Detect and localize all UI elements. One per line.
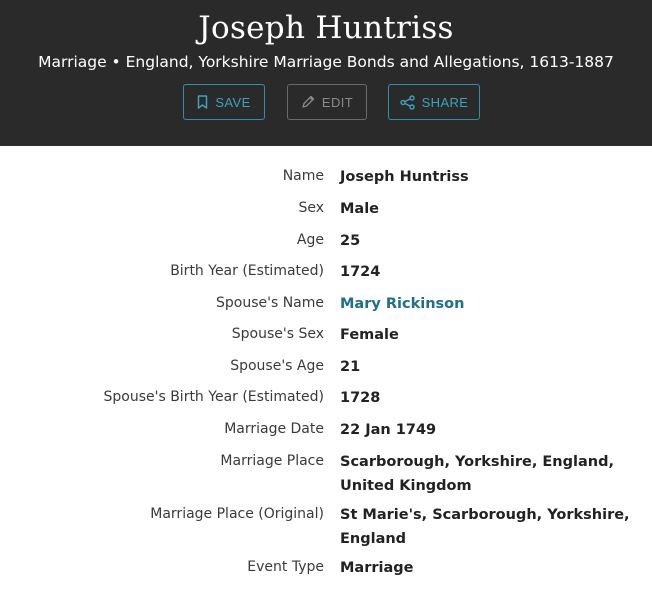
detail-value: Joseph Huntriss	[340, 169, 469, 185]
share-button-label: SHARE	[421, 94, 469, 110]
detail-label: Birth Year (Estimated)	[170, 263, 324, 279]
record-subtitle: Marriage • England, Yorkshire Marriage B…	[38, 53, 614, 71]
detail-label: Sex	[298, 200, 324, 216]
detail-label: Marriage Place	[220, 453, 324, 469]
detail-label: Spouse's Name	[215, 295, 324, 311]
page-title: Joseph Huntriss	[198, 10, 454, 46]
detail-label: Marriage Place (Original)	[150, 506, 324, 522]
save-button[interactable]: SAVE	[183, 84, 265, 120]
spouse-name-link[interactable]: Mary Rickinson	[340, 292, 640, 316]
detail-value: 1724	[340, 264, 381, 280]
pencil-icon	[301, 95, 315, 109]
detail-value: 22 Jan 1749	[340, 422, 437, 438]
detail-label: Marriage Date	[224, 421, 324, 437]
detail-label: Name	[282, 168, 324, 184]
detail-label: Event Type	[247, 559, 324, 575]
detail-value: St Marie's, Scarborough, Yorkshire, Engl…	[340, 507, 630, 547]
detail-label: Spouse's Age	[230, 358, 324, 374]
share-button[interactable]: SHARE	[388, 84, 480, 120]
save-button-label: SAVE	[215, 94, 251, 110]
detail-value: 21	[340, 359, 361, 375]
edit-button-label: EDIT	[321, 94, 354, 110]
detail-value: Male	[340, 201, 380, 217]
share-icon	[399, 94, 415, 110]
detail-label: Spouse's Sex	[231, 326, 324, 342]
record-header: Joseph Huntriss Marriage • England, York…	[0, 0, 652, 146]
detail-value: 25	[340, 233, 361, 249]
edit-button[interactable]: EDIT	[287, 84, 367, 120]
detail-value: 1728	[340, 390, 381, 406]
detail-value: Female	[340, 327, 399, 343]
detail-label: Spouse's Birth Year (Estimated)	[103, 389, 324, 405]
detail-value: Marriage	[340, 560, 414, 576]
bookmark-icon	[197, 95, 208, 109]
detail-value: Scarborough, Yorkshire, England, United …	[340, 454, 614, 494]
detail-label: Age	[296, 232, 324, 248]
